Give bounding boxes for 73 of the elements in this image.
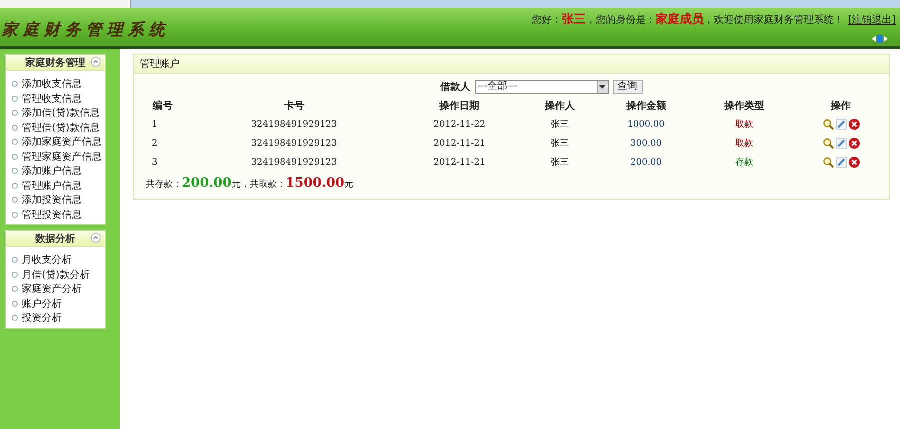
column-header: 操作类型 bbox=[723, 100, 766, 114]
filter-label: 借款人 bbox=[440, 80, 470, 94]
menu-item[interactable]: 管理收支信息 bbox=[12, 92, 105, 106]
menu-item[interactable]: 月收支分析 bbox=[12, 253, 105, 268]
search-icon[interactable] bbox=[822, 157, 834, 168]
table-cell-text: 200.00 bbox=[630, 156, 664, 170]
edit-icon[interactable] bbox=[836, 119, 847, 130]
menu-item[interactable]: 投资分析 bbox=[12, 311, 105, 326]
welcome-text: ，欢迎使用家庭财务管理系统！ bbox=[704, 14, 844, 27]
menu-section-header[interactable]: 家庭财务管理 bbox=[6, 55, 105, 71]
delete-icon[interactable] bbox=[848, 119, 860, 130]
menu-item[interactable]: 添加借(贷)款信息 bbox=[12, 106, 105, 120]
table-cell-text: 取款 bbox=[734, 138, 754, 151]
dropdown-icon bbox=[599, 84, 606, 90]
collapse-icon[interactable] bbox=[91, 57, 101, 67]
table-cell-text: 取款 bbox=[734, 118, 754, 132]
edit-icon[interactable] bbox=[836, 157, 847, 168]
edit-icon[interactable] bbox=[836, 138, 847, 149]
column-header: 卡号 bbox=[283, 100, 306, 114]
table-cell-text: 2012-11-21 bbox=[432, 156, 487, 170]
table-cell-text: 1000.00 bbox=[626, 118, 666, 132]
table-cell-text: 2012-11-22 bbox=[432, 118, 487, 132]
table-cell-text: 存款 bbox=[734, 156, 754, 170]
table-cell-text: 324198491929123 bbox=[250, 138, 338, 150]
toggle-icon[interactable] bbox=[872, 34, 888, 44]
menu-item[interactable]: 管理家庭资产信息 bbox=[12, 150, 105, 164]
logout-link[interactable]: [注销退出] bbox=[848, 13, 896, 27]
greeting-text: 您好： bbox=[532, 15, 562, 27]
delete-icon[interactable] bbox=[848, 157, 860, 168]
menu-item[interactable]: 管理投资信息 bbox=[12, 208, 105, 222]
collapse-icon[interactable] bbox=[91, 233, 101, 243]
app-title: 家庭财务管理系统 bbox=[1, 20, 170, 40]
table-cell-text: 1 bbox=[151, 118, 159, 132]
summary-label: 元，共取款： bbox=[232, 178, 286, 191]
menu-item[interactable]: 添加投资信息 bbox=[12, 193, 105, 208]
query-button[interactable]: 查询 bbox=[612, 80, 642, 94]
table-cell-text: 3 bbox=[151, 156, 159, 170]
menu-section-header[interactable]: 数据分析 bbox=[6, 231, 105, 247]
search-icon[interactable] bbox=[822, 119, 834, 130]
deposit-total: 200.00 bbox=[182, 176, 232, 191]
column-header: 操作 bbox=[830, 100, 852, 114]
column-header: 操作日期 bbox=[438, 100, 481, 114]
table-cell-text: 张三 bbox=[550, 156, 570, 170]
column-header: 编号 bbox=[152, 100, 174, 114]
summary-label: 共存款： bbox=[146, 178, 182, 191]
menu-item[interactable]: 账户分析 bbox=[12, 296, 105, 311]
table-cell-text: 张三 bbox=[550, 118, 570, 132]
menu-item[interactable]: 管理账户信息 bbox=[12, 178, 105, 193]
menu-item[interactable]: 月借(贷)款分析 bbox=[12, 268, 105, 282]
table-cell-text: 张三 bbox=[550, 138, 570, 151]
menu-item[interactable]: 家庭资产分析 bbox=[12, 282, 105, 296]
table-cell-text: 2012-11-21 bbox=[432, 138, 487, 150]
column-header: 操作人 bbox=[544, 100, 576, 114]
role-label: ，您的身份是： bbox=[586, 15, 656, 27]
menu-item[interactable]: 添加收支信息 bbox=[12, 77, 105, 92]
column-header: 操作金额 bbox=[625, 99, 668, 114]
search-icon[interactable] bbox=[822, 138, 834, 149]
section-title: 数据分析 bbox=[36, 232, 76, 246]
menu-item[interactable]: 管理借(贷)款信息 bbox=[12, 120, 105, 135]
withdraw-total: 1500.00 bbox=[286, 176, 345, 191]
table-cell-text: 2 bbox=[151, 138, 159, 150]
table-cell-text: 324198491929123 bbox=[250, 156, 338, 170]
delete-icon[interactable] bbox=[848, 138, 860, 149]
panel-title: 管理账户 bbox=[140, 58, 180, 71]
user-role: 家庭成员 bbox=[656, 11, 704, 28]
unit-label: 元 bbox=[344, 179, 354, 191]
table-cell-text: 324198491929123 bbox=[250, 118, 338, 132]
borrower-select[interactable]: —全部— bbox=[474, 80, 608, 94]
user-name: 张三 bbox=[562, 11, 586, 28]
section-title: 家庭财务管理 bbox=[26, 56, 86, 70]
table-cell-text: 300.00 bbox=[630, 138, 664, 150]
menu-item[interactable]: 添加家庭资产信息 bbox=[12, 135, 105, 150]
menu-item[interactable]: 添加账户信息 bbox=[12, 164, 105, 178]
